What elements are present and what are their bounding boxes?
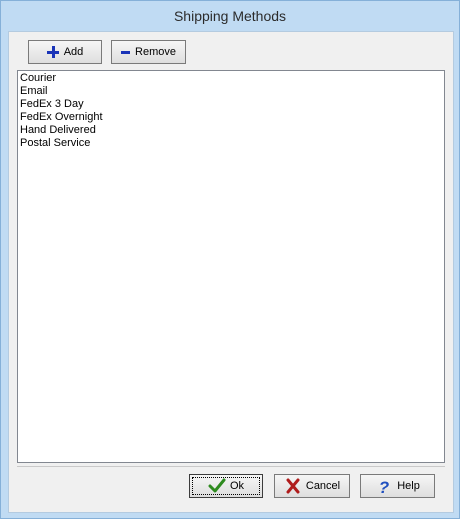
ok-button[interactable]: Ok bbox=[189, 474, 263, 498]
add-button[interactable]: Add bbox=[28, 40, 102, 64]
question-mark-icon: ? bbox=[379, 478, 390, 494]
remove-button[interactable]: Remove bbox=[111, 40, 186, 64]
shipping-methods-list[interactable]: Courier Email FedEx 3 Day FedEx Overnigh… bbox=[17, 70, 445, 463]
close-icon bbox=[286, 478, 300, 494]
add-button-label: Add bbox=[63, 46, 84, 58]
dialog-title: Shipping Methods bbox=[173, 8, 287, 24]
dialog-footer: Ok Cancel ? Help bbox=[17, 466, 445, 505]
checkmark-icon bbox=[208, 478, 226, 493]
list-item[interactable]: FedEx 3 Day bbox=[20, 98, 442, 111]
list-item[interactable]: FedEx Overnight bbox=[20, 111, 442, 124]
list-item[interactable]: Hand Delivered bbox=[20, 124, 442, 137]
minus-icon bbox=[121, 46, 131, 58]
help-button-label: Help bbox=[397, 480, 420, 492]
cancel-button-label: Cancel bbox=[305, 480, 341, 492]
plus-icon bbox=[46, 46, 59, 58]
svg-text:?: ? bbox=[379, 478, 390, 494]
shipping-methods-dialog: Shipping Methods Add Remove Courier Emai… bbox=[0, 0, 460, 519]
ok-button-label: Ok bbox=[229, 480, 245, 492]
list-item[interactable]: Email bbox=[20, 85, 442, 98]
dialog-client-area: Add Remove Courier Email FedEx 3 Day Fed… bbox=[8, 31, 454, 513]
help-button[interactable]: ? Help bbox=[360, 474, 435, 498]
list-item[interactable]: Courier bbox=[20, 72, 442, 85]
remove-button-label: Remove bbox=[135, 46, 176, 58]
list-item[interactable]: Postal Service bbox=[20, 137, 442, 150]
cancel-button[interactable]: Cancel bbox=[274, 474, 350, 498]
